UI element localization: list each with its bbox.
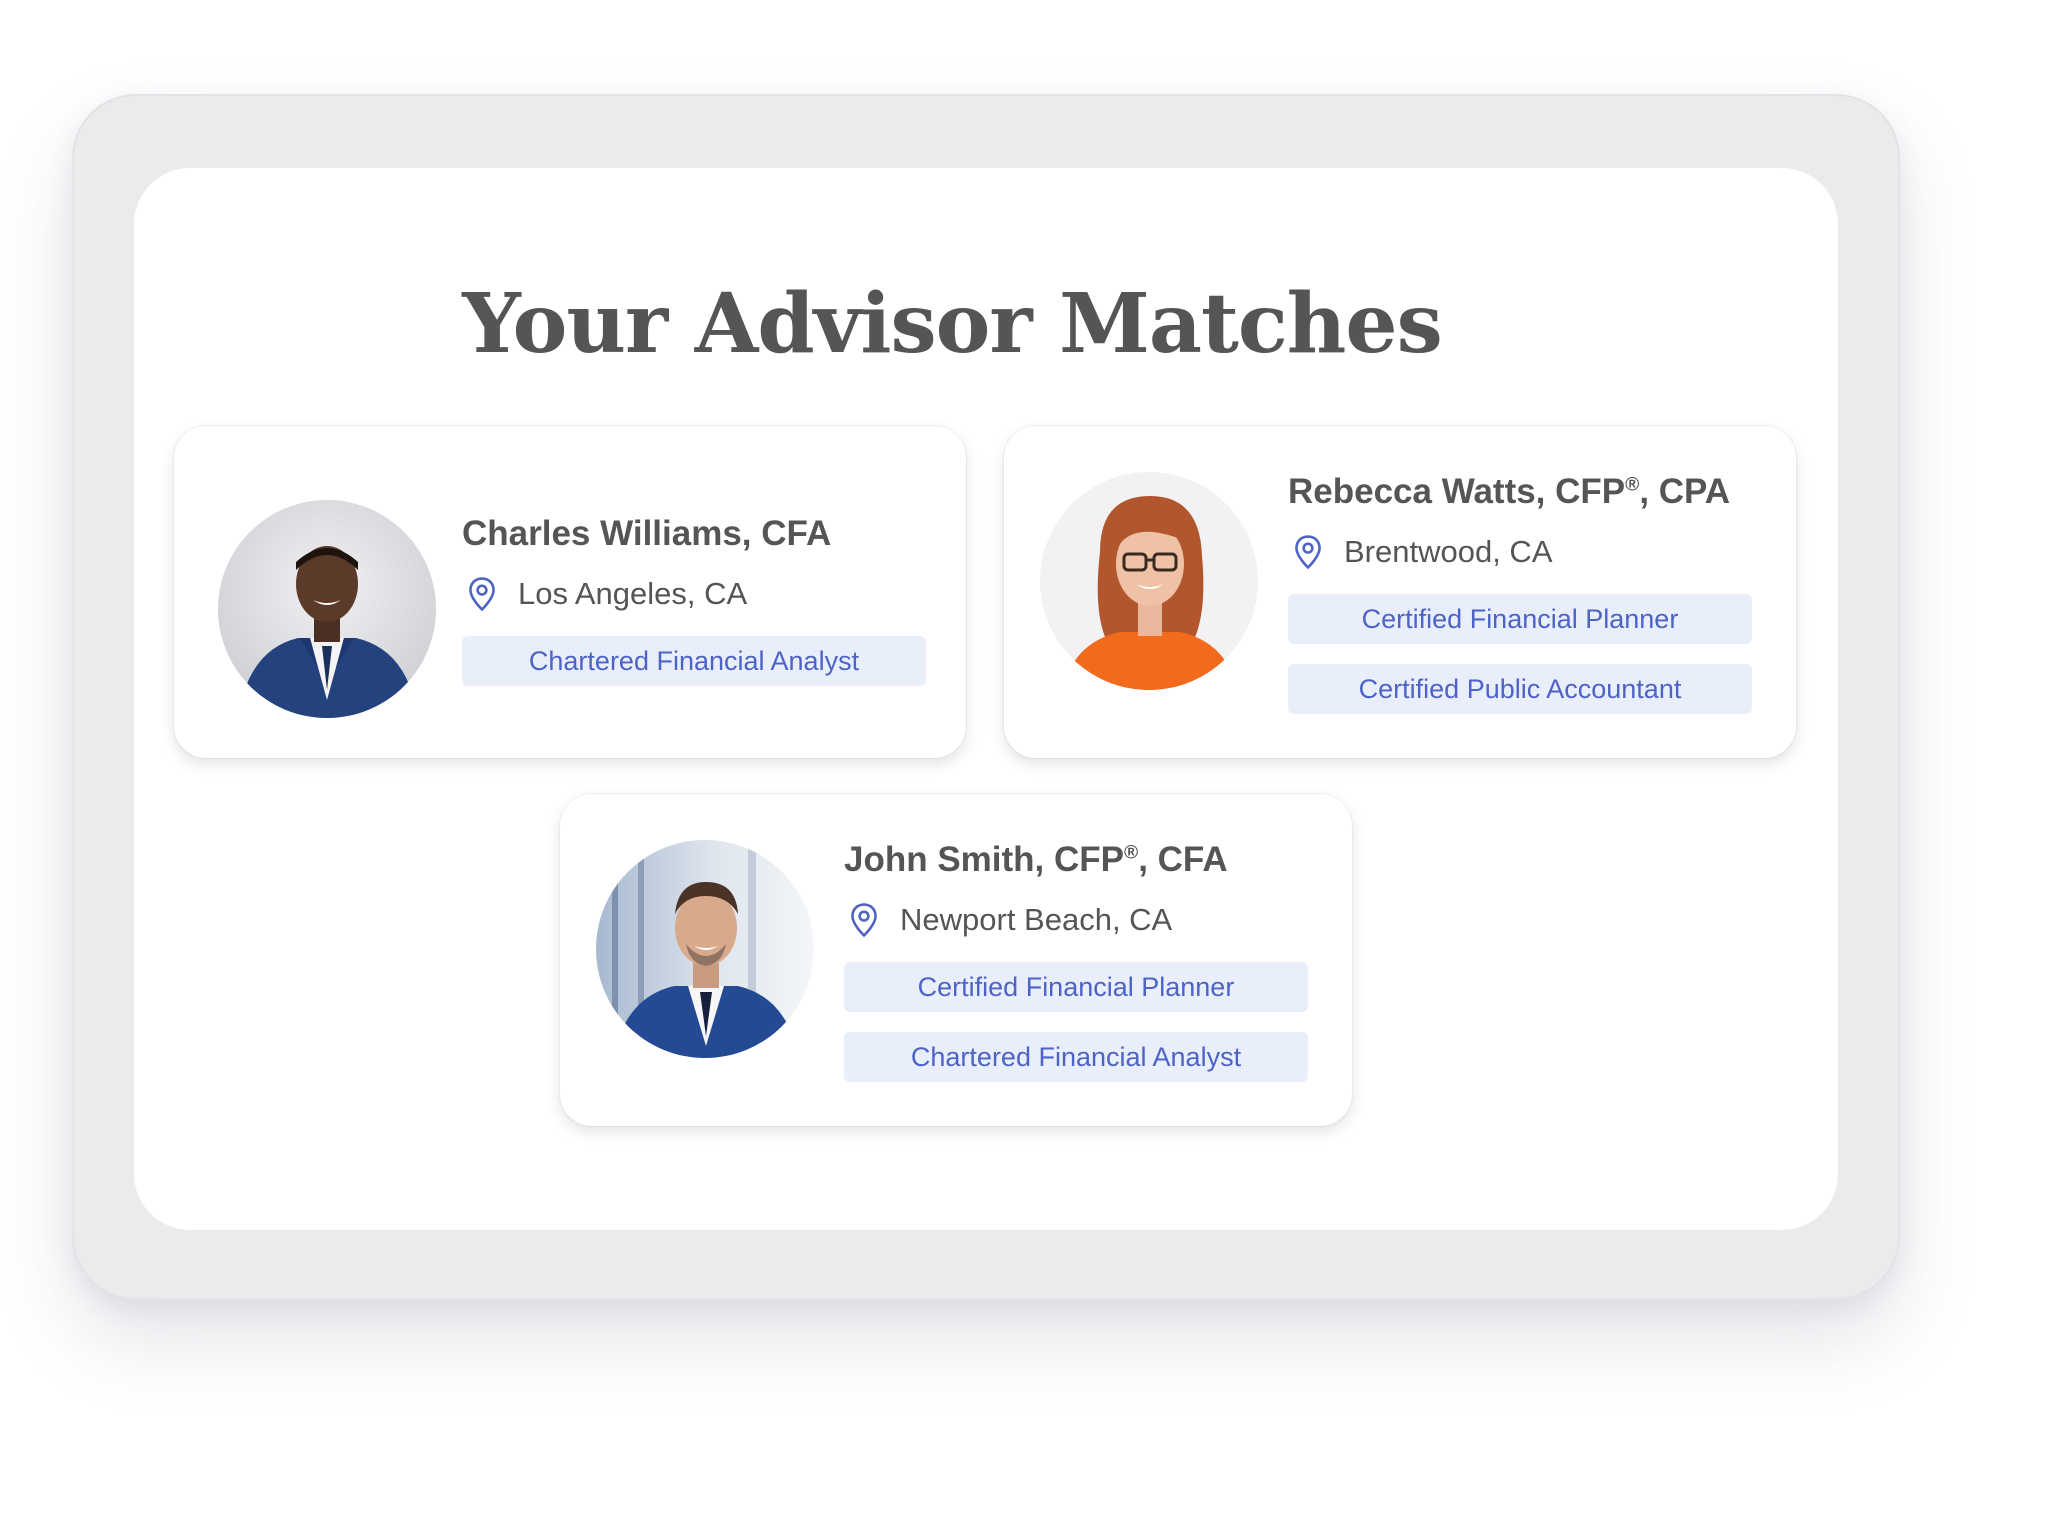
credential-badge: Certified Financial Planner: [844, 962, 1308, 1012]
advisor-photo: [1040, 472, 1258, 690]
advisor-card-charles-williams[interactable]: Charles Williams, CFA Los Angeles, CA Ch…: [174, 426, 966, 758]
screen: Your Advisor Matches Charles Williams, C…: [134, 168, 1838, 1230]
credential-badge: Chartered Financial Analyst: [844, 1032, 1308, 1082]
stage: Your Advisor Matches Charles Williams, C…: [0, 0, 2048, 1540]
advisor-city: Newport Beach, CA: [900, 902, 1173, 937]
credential-badge: Certified Public Accountant: [1288, 664, 1752, 714]
advisor-photo: [218, 500, 436, 718]
advisor-name: Charles Williams, CFA: [462, 514, 832, 553]
advisor-location: Brentwood, CA: [1292, 534, 1553, 570]
credential-badge: Chartered Financial Analyst: [462, 636, 926, 686]
advisor-photo: [596, 840, 814, 1058]
advisor-location: Los Angeles, CA: [466, 576, 747, 612]
advisor-location: Newport Beach, CA: [848, 902, 1172, 938]
map-pin-icon: [851, 903, 877, 938]
advisor-name: John Smith, CFP®, CFA: [844, 840, 1228, 879]
advisor-card-rebecca-watts[interactable]: Rebecca Watts, CFP®, CPA Brentwood, CA C…: [1004, 426, 1796, 758]
page-title: Your Advisor Matches: [462, 276, 1443, 372]
credential-badge: Certified Financial Planner: [1288, 594, 1752, 644]
advisor-city: Brentwood, CA: [1344, 534, 1553, 569]
map-pin-icon: [1295, 535, 1321, 570]
advisor-name: Rebecca Watts, CFP®, CPA: [1288, 472, 1731, 511]
advisor-card-john-smith[interactable]: John Smith, CFP®, CFA Newport Beach, CA …: [560, 794, 1352, 1126]
map-pin-icon: [469, 577, 495, 612]
advisor-city: Los Angeles, CA: [518, 576, 748, 611]
